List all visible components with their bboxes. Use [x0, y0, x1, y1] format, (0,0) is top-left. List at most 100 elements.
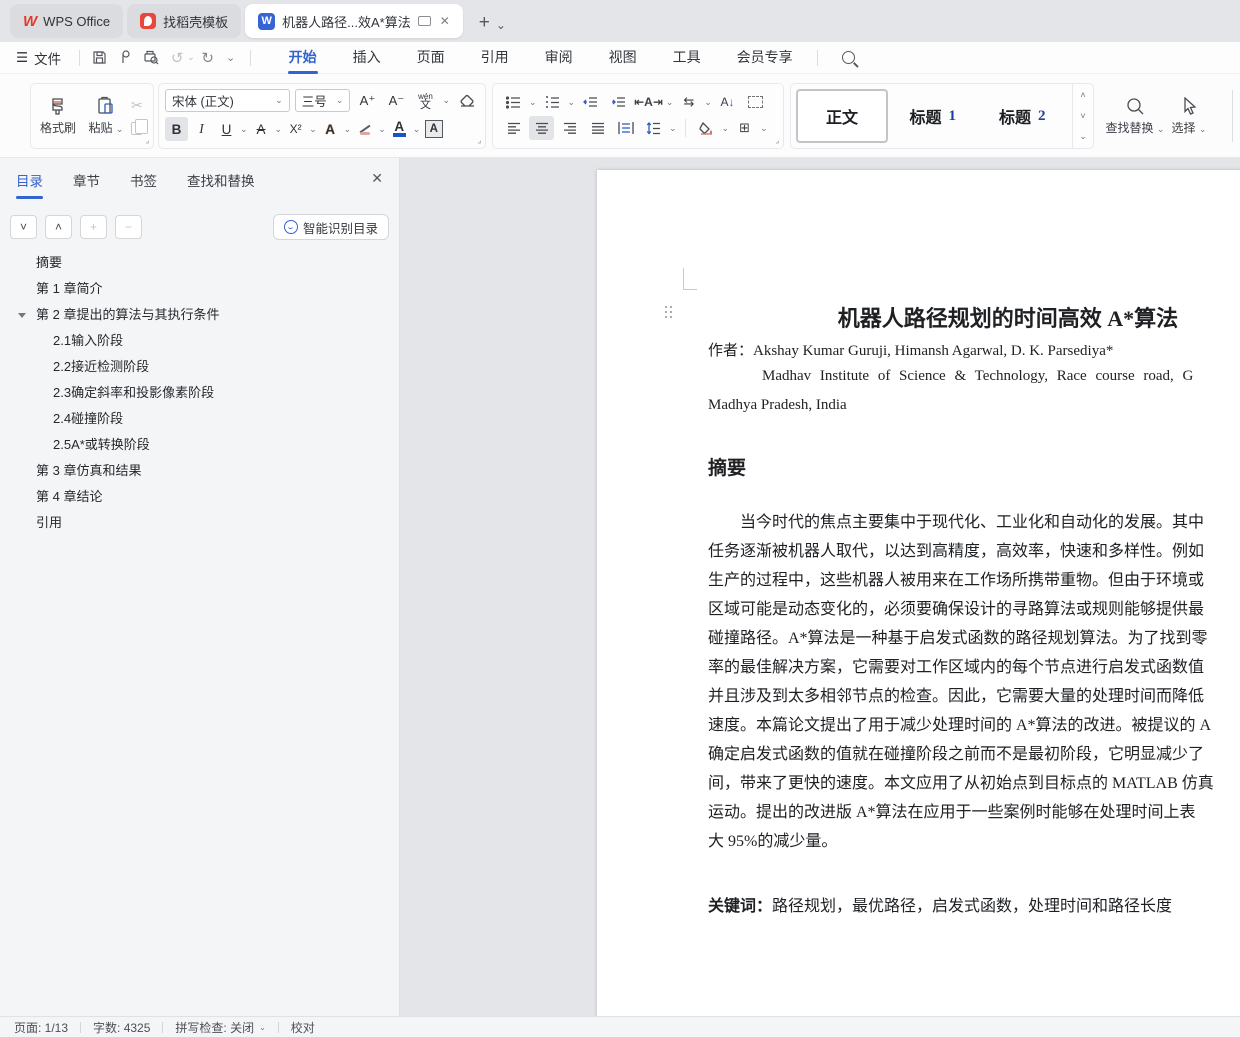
- search-commands-button[interactable]: [841, 51, 855, 64]
- increase-indent-button[interactable]: [606, 90, 631, 114]
- print-preview-button[interactable]: [138, 47, 164, 69]
- text-effects-chevron-icon[interactable]: ⌄: [344, 124, 352, 135]
- bold-button[interactable]: B: [165, 117, 188, 141]
- character-scale-button[interactable]: ⇤A⇥: [634, 90, 663, 114]
- sort-button[interactable]: A ↓: [715, 90, 740, 114]
- bullet-list-chevron-icon[interactable]: ⌄: [529, 97, 537, 108]
- sidebar-tab-chapters[interactable]: 章节: [73, 170, 100, 190]
- toc-next-heading-button[interactable]: ˅: [10, 215, 37, 239]
- shading-chevron-icon[interactable]: ⌄: [722, 123, 730, 134]
- align-center-button[interactable]: [529, 116, 554, 140]
- tab-tools[interactable]: 工具: [655, 42, 719, 74]
- toc-item-2-3[interactable]: 2.3确定斜率和投影像素阶段: [0, 380, 399, 406]
- numbered-list-chevron-icon[interactable]: ⌄: [568, 97, 576, 108]
- line-spacing-button[interactable]: [641, 116, 666, 140]
- sidebar-close-icon[interactable]: ✕: [371, 170, 383, 187]
- tab-insert[interactable]: 插入: [335, 42, 399, 74]
- detach-window-icon[interactable]: [417, 16, 431, 26]
- style-heading-2[interactable]: 标题 2: [978, 89, 1068, 143]
- underline-button[interactable]: U: [215, 117, 238, 141]
- tab-view[interactable]: 视图: [591, 42, 655, 74]
- tab-membership[interactable]: 会员专享: [719, 42, 811, 74]
- export-pdf-button[interactable]: [112, 47, 138, 69]
- toc-expand-all-button[interactable]: +: [80, 215, 107, 239]
- toc-item-2-1[interactable]: 2.1输入阶段: [0, 328, 399, 354]
- select-button[interactable]: 选择 ⌄: [1172, 87, 1206, 145]
- toc-item-references[interactable]: 引用: [0, 510, 399, 536]
- undo-chevron-icon[interactable]: ⌄: [187, 52, 195, 63]
- tab-references[interactable]: 引用: [463, 42, 527, 74]
- cjk-layout-button[interactable]: ⇆: [676, 90, 701, 114]
- tab-list-chevron-icon[interactable]: ⌄: [496, 18, 506, 32]
- superscript-button[interactable]: X²: [284, 117, 307, 141]
- style-gallery-expand-icon[interactable]: ⌄: [1079, 131, 1087, 142]
- spellcheck-status[interactable]: 拼写检查: 关闭: [175, 1019, 254, 1036]
- justify-button[interactable]: [585, 116, 610, 140]
- copy-icon[interactable]: [131, 119, 148, 135]
- style-scroll-down-icon[interactable]: ˅: [1080, 111, 1085, 121]
- page-indicator[interactable]: 页面: 1/13: [14, 1019, 68, 1036]
- find-replace-button[interactable]: 查找替换 ⌄: [1106, 87, 1164, 145]
- format-painter-button[interactable]: 格式刷: [35, 86, 81, 146]
- tab-home[interactable]: 开始: [271, 42, 335, 74]
- clipboard-expand-icon[interactable]: ⌄: [141, 135, 154, 148]
- font-name-select[interactable]: 宋体 (正文) ⌄: [165, 89, 290, 112]
- superscript-chevron-icon[interactable]: ⌄: [309, 124, 317, 135]
- borders-chevron-icon[interactable]: ⌄: [760, 123, 768, 134]
- toc-item-2-4[interactable]: 2.4碰撞阶段: [0, 406, 399, 432]
- tab-review[interactable]: 审阅: [527, 42, 591, 74]
- sidebar-tab-bookmarks[interactable]: 书签: [130, 170, 157, 190]
- tab-wps-home[interactable]: W WPS Office: [10, 4, 124, 38]
- cjk-layout-chevron-icon[interactable]: ⌄: [704, 97, 712, 108]
- align-left-button[interactable]: [501, 116, 526, 140]
- cut-icon[interactable]: ✂: [131, 97, 143, 114]
- close-tab-icon[interactable]: ✕: [440, 14, 450, 28]
- proofread-button[interactable]: 校对: [291, 1019, 315, 1036]
- text-effects-button[interactable]: A: [319, 117, 342, 141]
- font-color-button[interactable]: A: [388, 117, 411, 141]
- line-spacing-chevron-icon[interactable]: ⌄: [669, 123, 677, 134]
- character-border-button[interactable]: A: [422, 117, 445, 141]
- pinyin-chevron-icon[interactable]: ⌄: [442, 95, 450, 106]
- file-menu-button[interactable]: ☰ 文件: [0, 48, 73, 68]
- toc-item-2-5[interactable]: 2.5A*或转换阶段: [0, 432, 399, 458]
- quick-access-chevron-icon[interactable]: ⌄: [218, 47, 244, 69]
- document-page[interactable]: 机器人路径规划的时间高效 A*算法 作者：Akshay Kumar Guruji…: [597, 170, 1240, 1016]
- bullet-list-button[interactable]: [501, 90, 526, 114]
- toc-item-chapter4[interactable]: 第 4 章结论: [0, 484, 399, 510]
- clear-format-button[interactable]: [455, 89, 479, 112]
- italic-button[interactable]: I: [190, 117, 213, 141]
- tab-page[interactable]: 页面: [399, 42, 463, 74]
- pinyin-guide-button[interactable]: wén 文: [413, 89, 437, 112]
- toc-collapse-all-button[interactable]: −: [115, 215, 142, 239]
- paragraph-layout-button[interactable]: [743, 90, 768, 114]
- style-scroll-up-icon[interactable]: ˄: [1080, 90, 1085, 100]
- strikethrough-chevron-icon[interactable]: ⌄: [275, 124, 283, 135]
- toc-item-2-2[interactable]: 2.2接近检测阶段: [0, 354, 399, 380]
- decrease-indent-button[interactable]: [578, 90, 603, 114]
- toc-item-chapter1[interactable]: 第 1 章简介: [0, 276, 399, 302]
- smart-toc-button[interactable]: 智能识别目录: [272, 214, 389, 240]
- new-tab-button[interactable]: +: [479, 12, 490, 34]
- font-size-select[interactable]: 三号 ⌄: [294, 89, 351, 112]
- distribute-button[interactable]: [613, 116, 638, 140]
- decrease-font-button[interactable]: A⁻: [384, 89, 408, 112]
- highlight-button[interactable]: [353, 117, 376, 141]
- save-button[interactable]: [86, 47, 112, 69]
- sidebar-tab-find-replace[interactable]: 查找和替换: [187, 170, 255, 190]
- align-right-button[interactable]: [557, 116, 582, 140]
- toc-item-abstract[interactable]: 摘要: [0, 250, 399, 276]
- underline-chevron-icon[interactable]: ⌄: [240, 124, 248, 135]
- borders-button[interactable]: ⊞: [732, 116, 757, 140]
- font-color-chevron-icon[interactable]: ⌄: [413, 124, 421, 135]
- style-heading-1[interactable]: 标题 1: [888, 89, 978, 143]
- spellcheck-chevron-icon[interactable]: ⌄: [259, 1023, 266, 1032]
- shading-button[interactable]: [694, 116, 719, 140]
- collapse-triangle-icon[interactable]: [18, 313, 26, 318]
- toc-previous-heading-button[interactable]: ˄: [45, 215, 72, 239]
- paragraph-drag-handle[interactable]: [665, 306, 674, 322]
- character-scale-chevron-icon[interactable]: ⌄: [666, 97, 674, 108]
- toc-item-chapter3[interactable]: 第 3 章仿真和结果: [0, 458, 399, 484]
- increase-font-button[interactable]: A⁺: [355, 89, 379, 112]
- paste-button[interactable]: 粘贴 ⌄: [81, 86, 131, 146]
